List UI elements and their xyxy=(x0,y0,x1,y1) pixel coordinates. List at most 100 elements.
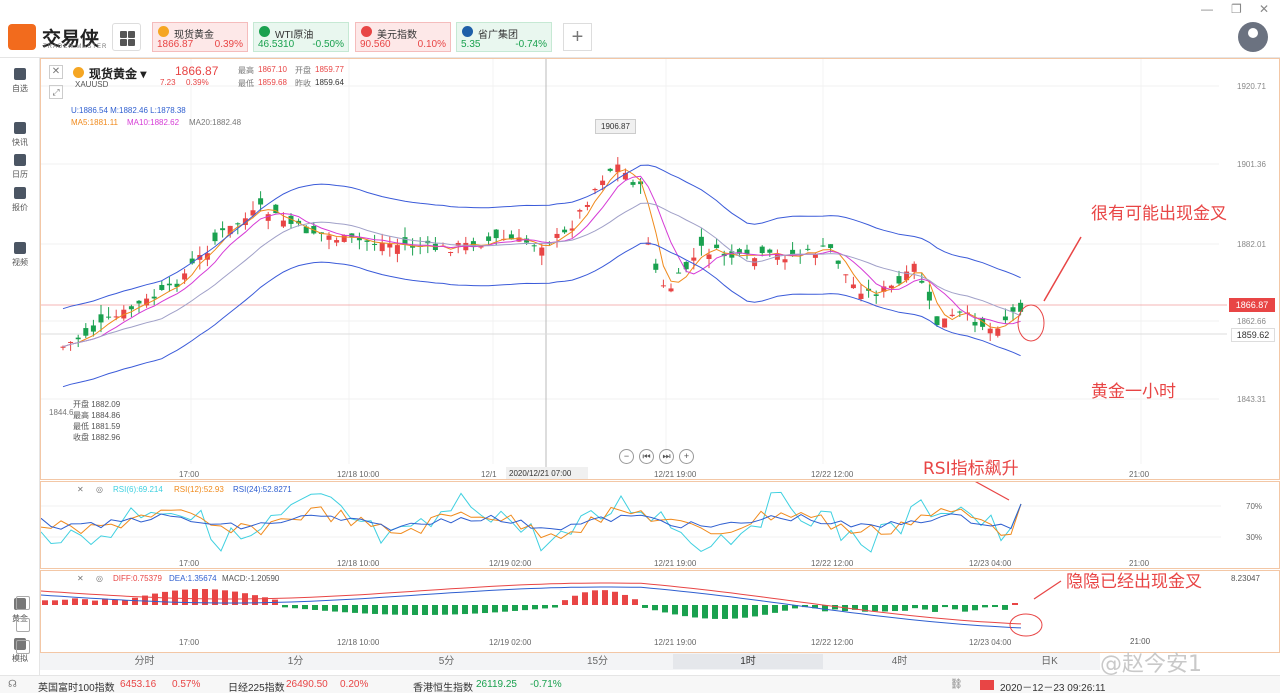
candle-body xyxy=(607,168,613,171)
rsi12-line xyxy=(41,503,1022,539)
candle-body xyxy=(691,257,697,261)
alert-price-tag[interactable]: 1859.62 xyxy=(1231,328,1275,342)
rsi-panel[interactable]: 70% 30% 17:00 12/18 10:00 12/19 02:00 12/21 1… xyxy=(40,459,1280,569)
macd-bar xyxy=(942,605,948,608)
macd-bar xyxy=(62,599,68,605)
macd-bar xyxy=(602,590,608,605)
draw-tool-icon[interactable] xyxy=(16,596,30,610)
macd-bar xyxy=(542,605,548,609)
candle-body xyxy=(653,263,659,270)
candle-body xyxy=(828,244,834,249)
candle-body xyxy=(767,249,773,253)
annotation-arrow xyxy=(1033,580,1062,600)
tab-timeframe[interactable]: 日K xyxy=(1012,654,1087,669)
status-index-name[interactable]: 香港恒生指数 xyxy=(413,679,473,694)
candle-body xyxy=(630,182,636,185)
y-tick-label: 1882.01 xyxy=(1237,240,1266,249)
tab-timeframe[interactable]: 1分 xyxy=(258,654,333,669)
x-tick-label: 12/18 10:00 xyxy=(337,559,380,568)
x-tick-label: 17:00 xyxy=(179,638,200,647)
tab-timeframe[interactable]: 分时 xyxy=(107,654,182,669)
candle-body xyxy=(128,306,134,310)
macd-panel[interactable]: 17:00 12/18 10:00 12/19 02:00 12/21 19:00 12… xyxy=(40,570,1280,653)
macd-bar xyxy=(892,605,898,612)
settings-icon[interactable]: ◎ xyxy=(96,574,103,583)
sidebar-item-watchlist[interactable]: 自选 xyxy=(0,68,40,94)
ticker-price: 46.5310 xyxy=(258,39,295,50)
grid-layout-button[interactable] xyxy=(112,23,141,51)
macd-bar xyxy=(672,605,678,615)
annotation-circle xyxy=(1009,613,1043,637)
rsi6-line xyxy=(41,491,1022,553)
candle-body xyxy=(60,346,66,348)
status-index-name[interactable]: 日经225指数 xyxy=(228,679,285,694)
zoom-in-button[interactable]: + xyxy=(679,449,694,464)
macd-bar xyxy=(882,605,888,612)
candle-body xyxy=(554,233,560,238)
scroll-left-button[interactable]: ⏮ xyxy=(639,449,654,464)
minimize-icon[interactable]: — xyxy=(1201,2,1213,16)
annotation-arrow xyxy=(975,482,1010,501)
video-icon xyxy=(14,242,26,254)
macd-bar xyxy=(1012,603,1018,605)
sidebar-item-video[interactable]: 视频 xyxy=(0,242,40,268)
candle-body xyxy=(75,337,81,340)
sidebar-item-quotes[interactable]: 报价 xyxy=(0,187,40,213)
x-tick-label: 12/18 10:00 xyxy=(337,470,380,479)
candle-body xyxy=(957,311,963,313)
sidebar-item-news[interactable]: 快讯 xyxy=(0,122,40,148)
candle-body xyxy=(531,245,537,247)
ticker-dxy[interactable]: 美元指数 90.560 0.10% xyxy=(355,22,451,52)
ticker-gold[interactable]: 现货黄金 1866.87 0.39% xyxy=(152,22,248,52)
ticker-stock[interactable]: 省广集团 5.35 -0.74% xyxy=(456,22,552,52)
link-icon[interactable]: ⛓ xyxy=(950,679,963,690)
candle-body xyxy=(258,198,264,205)
restore-icon[interactable]: ❐ xyxy=(1231,2,1242,16)
tab-timeframe[interactable]: 15分 xyxy=(560,654,635,669)
status-index-name[interactable]: 英国富时100指数 xyxy=(38,679,115,694)
add-ticker-button[interactable]: + xyxy=(563,23,592,51)
measure-icon[interactable] xyxy=(16,640,30,654)
macd-bar xyxy=(622,594,628,605)
avatar[interactable] xyxy=(1238,22,1268,52)
macd-bar xyxy=(332,605,338,612)
candle-body xyxy=(1018,302,1024,312)
ticker-wti[interactable]: WTI原油 46.5310 -0.50% xyxy=(253,22,349,52)
ticker-change: -0.74% xyxy=(515,39,547,50)
close-icon[interactable]: ✕ xyxy=(77,485,84,494)
macd-bar xyxy=(502,605,508,612)
macd-bar xyxy=(662,605,668,613)
tab-timeframe[interactable]: 4时 xyxy=(862,654,937,669)
price-change-pct: 0.39% xyxy=(186,78,209,87)
candle-body xyxy=(698,236,704,246)
sidebar-item-calendar[interactable]: 日历 xyxy=(0,154,40,180)
tab-timeframe-active[interactable]: 1时 xyxy=(673,654,823,669)
macd-bar xyxy=(962,605,968,612)
quote-icon xyxy=(14,187,26,199)
pencil-icon[interactable] xyxy=(16,618,30,632)
candle-body xyxy=(334,240,340,243)
settings-icon[interactable]: ◎ xyxy=(96,485,103,494)
macd-bar xyxy=(692,605,698,618)
close-icon[interactable]: ✕ xyxy=(77,574,84,583)
status-bar: ☊ 英国富时100指数 6453.16 0.57% 日经225指数 26490.… xyxy=(0,675,1280,694)
headset-icon[interactable]: ☊ xyxy=(8,679,17,690)
candle-body xyxy=(379,242,385,252)
close-panel-button[interactable]: ✕ xyxy=(49,65,63,79)
macd-bar xyxy=(102,598,108,605)
macd-bar xyxy=(652,605,658,611)
macd-bar xyxy=(612,591,618,605)
close-icon[interactable]: ✕ xyxy=(1259,2,1269,16)
main-chart-panel[interactable]: 1920.71 1901.36 1882.01 1862.66 1843.31 17:00… xyxy=(40,58,1280,480)
scroll-right-button[interactable]: ⏭ xyxy=(659,449,674,464)
tab-timeframe[interactable]: 5分 xyxy=(409,654,484,669)
annotation-circle xyxy=(1017,304,1045,342)
macd-bar xyxy=(512,605,518,611)
candle-body xyxy=(372,243,378,245)
x-tick-label: 12/21 19:00 xyxy=(654,638,697,647)
x-tick-label: 12/19 02:00 xyxy=(489,559,532,568)
x-tick-label: 12/23 04:00 xyxy=(969,559,1012,568)
zoom-out-button[interactable]: − xyxy=(619,449,634,464)
expand-icon[interactable]: ⤢ xyxy=(49,85,63,99)
candle-body xyxy=(949,314,955,316)
